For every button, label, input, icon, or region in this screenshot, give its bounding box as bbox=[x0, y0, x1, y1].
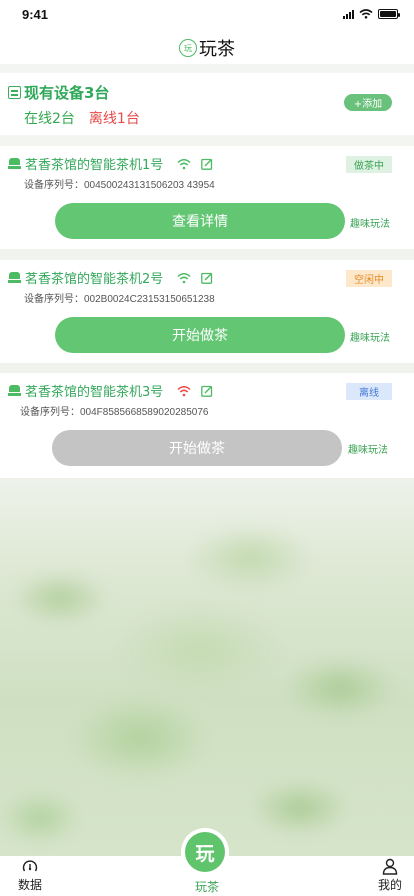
device-count-title: 现有设备3台 bbox=[24, 84, 110, 102]
status-badge: 空闲中 bbox=[346, 270, 392, 287]
device-serial: 设备序列号：004500243131506203 43954 bbox=[24, 180, 215, 191]
device-list-icon bbox=[8, 86, 21, 99]
device-summary-card: 现有设备3台 在线2台 离线1台 +添加 bbox=[0, 73, 414, 135]
online-count: 在线2台 bbox=[24, 111, 75, 127]
device-card-3: 茗香茶馆的智能茶机3号 设备序列号：004F858566858902028507… bbox=[0, 373, 414, 478]
offline-count: 离线1台 bbox=[88, 111, 140, 127]
device-status-counts: 在线2台 离线1台 bbox=[24, 108, 140, 128]
status-badge: 做茶中 bbox=[346, 156, 392, 173]
page-title-text: 玩茶 bbox=[199, 39, 235, 60]
start-brewing-button-disabled[interactable]: 开始做茶 bbox=[52, 430, 342, 466]
status-time: 9:41 bbox=[22, 7, 49, 22]
tea-machine-icon bbox=[8, 158, 21, 169]
start-brewing-button[interactable]: 开始做茶 bbox=[55, 317, 345, 353]
nav-bar: 玩 玩茶 bbox=[0, 32, 414, 64]
status-bar: 9:41 bbox=[0, 0, 414, 32]
app-logo-icon: 玩 bbox=[179, 39, 197, 57]
tea-leaves-background bbox=[0, 478, 414, 858]
fun-modes-link[interactable]: 趣味玩法 bbox=[350, 215, 390, 230]
wifi-icon bbox=[177, 158, 191, 169]
device-name: 茗香茶馆的智能茶机3号 bbox=[25, 385, 164, 400]
wifi-off-icon bbox=[177, 385, 191, 396]
wifi-status-icon bbox=[359, 9, 373, 19]
device-card-1: 茗香茶馆的智能茶机1号 设备序列号：004500243131506203 439… bbox=[0, 146, 414, 249]
tab-play-tea-label: 玩茶 bbox=[194, 880, 219, 894]
device-serial: 设备序列号：002B0024C23153150651238 bbox=[24, 294, 215, 305]
tab-play-tea[interactable]: 玩 bbox=[181, 828, 229, 876]
play-tea-icon: 玩 bbox=[185, 832, 225, 872]
fun-modes-link[interactable]: 趣味玩法 bbox=[350, 329, 390, 344]
battery-icon bbox=[378, 9, 400, 19]
fun-modes-link[interactable]: 趣味玩法 bbox=[348, 441, 388, 456]
view-details-button[interactable]: 查看详情 bbox=[55, 203, 345, 239]
cellular-signal-icon bbox=[343, 9, 354, 19]
page-title: 玩 玩茶 bbox=[179, 35, 235, 61]
device-name-row: 茗香茶馆的智能茶机1号 bbox=[8, 154, 213, 173]
summary-title-row: 现有设备3台 bbox=[8, 82, 109, 103]
user-icon bbox=[382, 858, 398, 875]
wifi-icon bbox=[177, 272, 191, 283]
device-name: 茗香茶馆的智能茶机1号 bbox=[25, 158, 164, 173]
device-serial: 设备序列号：004F8585668589020285076 bbox=[20, 407, 209, 418]
add-device-button[interactable]: +添加 bbox=[344, 94, 392, 111]
status-badge: 离线 bbox=[346, 383, 392, 400]
device-name: 茗香茶馆的智能茶机2号 bbox=[25, 272, 164, 287]
edit-name-icon[interactable] bbox=[201, 385, 213, 397]
tea-machine-icon bbox=[8, 272, 21, 283]
edit-name-icon[interactable] bbox=[201, 272, 213, 284]
device-name-row: 茗香茶馆的智能茶机3号 bbox=[8, 381, 213, 400]
edit-name-icon[interactable] bbox=[201, 158, 213, 170]
tea-machine-icon bbox=[8, 385, 21, 396]
gauge-icon bbox=[22, 860, 38, 872]
device-card-2: 茗香茶馆的智能茶机2号 设备序列号：002B0024C2315315065123… bbox=[0, 260, 414, 363]
device-name-row: 茗香茶馆的智能茶机2号 bbox=[8, 268, 213, 287]
system-indicators bbox=[343, 9, 400, 19]
